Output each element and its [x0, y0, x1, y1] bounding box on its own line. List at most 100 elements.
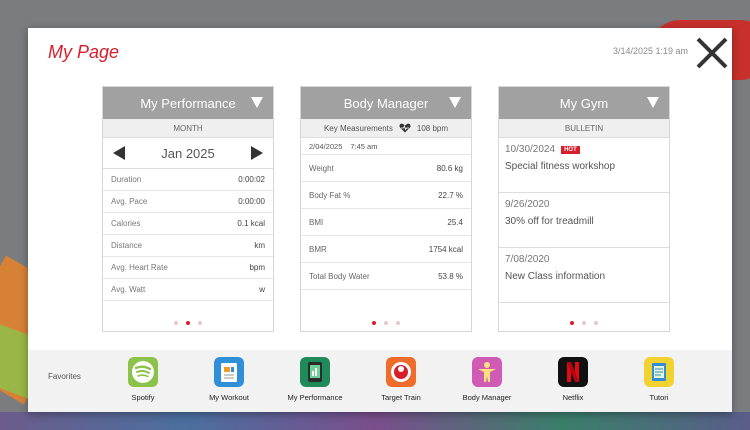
app-label: Netflix — [562, 393, 584, 402]
bulletin-item[interactable]: 7/08/2020 New Class information — [499, 248, 669, 303]
close-icon — [696, 37, 728, 69]
bulletin-list: 10/30/2024 HOT Special fitness workshop 9/2… — [499, 138, 669, 303]
clipboard-icon[interactable] — [214, 357, 244, 387]
stat-row: Avg. Watt w — [103, 279, 273, 301]
measurement-value: 25.4 — [447, 217, 463, 227]
favorite-app-netflix[interactable]: Netflix — [538, 350, 608, 402]
period-label: MONTH — [103, 119, 273, 138]
page-dot[interactable] — [186, 321, 190, 325]
measurement-label: Weight — [309, 163, 334, 173]
close-button[interactable] — [692, 33, 732, 73]
heart-rate-icon — [399, 123, 411, 133]
stat-row: Avg. Pace 0:00:00 — [103, 191, 273, 213]
body-manager-card[interactable]: Body Manager Key Measurements 108 bpm 2/… — [300, 86, 472, 332]
dropdown-triangle-icon[interactable] — [647, 97, 659, 108]
previous-month-icon[interactable] — [113, 146, 125, 160]
netflix-icon[interactable] — [558, 357, 588, 387]
bulletin-date: 7/08/2020 — [505, 254, 550, 265]
stat-label: Avg. Watt — [111, 285, 146, 294]
my-gym-card-title: My Gym — [559, 95, 609, 111]
measurement-value: 22.7 % — [438, 190, 463, 200]
stat-row: Distance km — [103, 235, 273, 257]
key-measurements-row: Key Measurements 108 bpm — [301, 119, 471, 138]
my-gym-card-header[interactable]: My Gym — [499, 87, 669, 119]
key-measurements-label: Key Measurements — [323, 123, 393, 133]
favorite-app-my-workout[interactable]: My Workout — [194, 350, 264, 402]
body-icon[interactable] — [472, 357, 502, 387]
page-dot[interactable] — [570, 321, 574, 325]
performance-stats: Duration 0:00:02 Avg. Pace 0:00:00 Calories 0… — [103, 169, 273, 301]
performance-card[interactable]: My Performance MONTH Jan 2025 Duration 0:… — [102, 86, 274, 332]
measurement-value: 80.6 kg — [436, 163, 463, 173]
measurement-row: Total Body Water 53.8 % — [301, 263, 471, 290]
stat-label: Distance — [111, 241, 143, 250]
measurement-row: Weight 80.6 kg — [301, 155, 471, 182]
measurement-label: Total Body Water — [309, 271, 370, 281]
measurement-row: BMR 1754 kcal — [301, 236, 471, 263]
performance-card-title: My Performance — [140, 95, 236, 111]
my-gym-card[interactable]: My Gym BULLETIN 10/30/2024 HOT Special fit… — [498, 86, 670, 332]
body-stats: Weight 80.6 kg Body Fat % 22.7 % BMI 25.4 BMR 1… — [301, 155, 471, 290]
spotify-icon[interactable] — [128, 357, 158, 387]
page-dot[interactable] — [396, 321, 400, 325]
body-manager-card-title: Body Manager — [343, 95, 429, 111]
my-page-modal: My Page 3/14/2025 1:19 am My Performance… — [28, 28, 732, 412]
page-dot[interactable] — [582, 321, 586, 325]
favorite-app-target-train[interactable]: Target Train — [366, 350, 436, 402]
favorite-app-my-performance[interactable]: My Performance — [280, 350, 350, 402]
bulletin-text: 30% off for treadmill — [505, 216, 594, 227]
tablet-icon[interactable] — [300, 357, 330, 387]
page-dot[interactable] — [594, 321, 598, 325]
page-dot[interactable] — [198, 321, 202, 325]
bulletin-item[interactable]: 9/26/2020 30% off for treadmill — [499, 193, 669, 248]
measurement-value: 53.8 % — [438, 271, 463, 281]
body-manager-card-header[interactable]: Body Manager — [301, 87, 471, 119]
stat-label: Avg. Pace — [111, 197, 148, 206]
page-indicator — [103, 321, 273, 325]
measurement-date: 2/04/2025 — [309, 141, 343, 151]
favorite-app-tutori[interactable]: Tutori — [624, 350, 694, 402]
bulletin-item[interactable]: 10/30/2024 HOT Special fitness workshop — [499, 138, 669, 193]
bulletin-date-row: 9/26/2020 — [505, 199, 663, 210]
hot-badge: HOT — [561, 145, 580, 154]
app-label: Tutori — [649, 393, 669, 402]
measurement-value: 1754 kcal — [428, 244, 463, 254]
page-dot[interactable] — [372, 321, 376, 325]
app-label: Spotify — [131, 393, 155, 402]
dropdown-triangle-icon[interactable] — [251, 97, 263, 108]
dropdown-triangle-icon[interactable] — [449, 97, 461, 108]
page-dot[interactable] — [384, 321, 388, 325]
target-train-icon[interactable] — [386, 357, 416, 387]
app-label: My Performance — [287, 393, 343, 402]
bulletin-date-row: 10/30/2024 HOT — [505, 144, 663, 155]
measurement-row: Body Fat % 22.7 % — [301, 182, 471, 209]
stat-row: Calories 0.1 kcal — [103, 213, 273, 235]
favorites-bar: Favorites Spotify My Workout My Performanc… — [28, 350, 732, 412]
next-month-icon[interactable] — [251, 146, 263, 160]
stat-value: 0:00:02 — [238, 175, 265, 184]
bulletin-date: 9/26/2020 — [505, 199, 550, 210]
bulletin-date: 10/30/2024 — [505, 144, 556, 155]
favorite-app-spotify[interactable]: Spotify — [108, 350, 178, 402]
page-title: My Page — [48, 42, 120, 62]
measurement-datetime: 2/04/2025 7:45 am — [301, 138, 471, 155]
app-label: My Workout — [209, 393, 249, 402]
datetime: 3/14/2025 1:19 am — [613, 46, 689, 56]
measurement-time: 7:45 am — [350, 141, 378, 151]
stat-row: Avg. Heart Rate bpm — [103, 257, 273, 279]
measurement-label: BMR — [309, 244, 327, 254]
bulletin-text: New Class information — [505, 271, 606, 282]
performance-card-header[interactable]: My Performance — [103, 87, 273, 119]
month-navigator: Jan 2025 — [103, 138, 273, 169]
stat-label: Calories — [111, 219, 141, 228]
page-dot[interactable] — [174, 321, 178, 325]
favorites-label: Favorites — [48, 372, 81, 381]
current-month: Jan 2025 — [161, 145, 215, 161]
favorite-app-body-manager[interactable]: Body Manager — [452, 350, 522, 402]
stat-value: bpm — [249, 263, 265, 272]
page-indicator — [301, 321, 471, 325]
tutorial-icon[interactable] — [644, 357, 674, 387]
measurement-label: BMI — [309, 217, 324, 227]
stat-value: w — [259, 285, 265, 294]
bulletin-text: Special fitness workshop — [505, 161, 616, 172]
